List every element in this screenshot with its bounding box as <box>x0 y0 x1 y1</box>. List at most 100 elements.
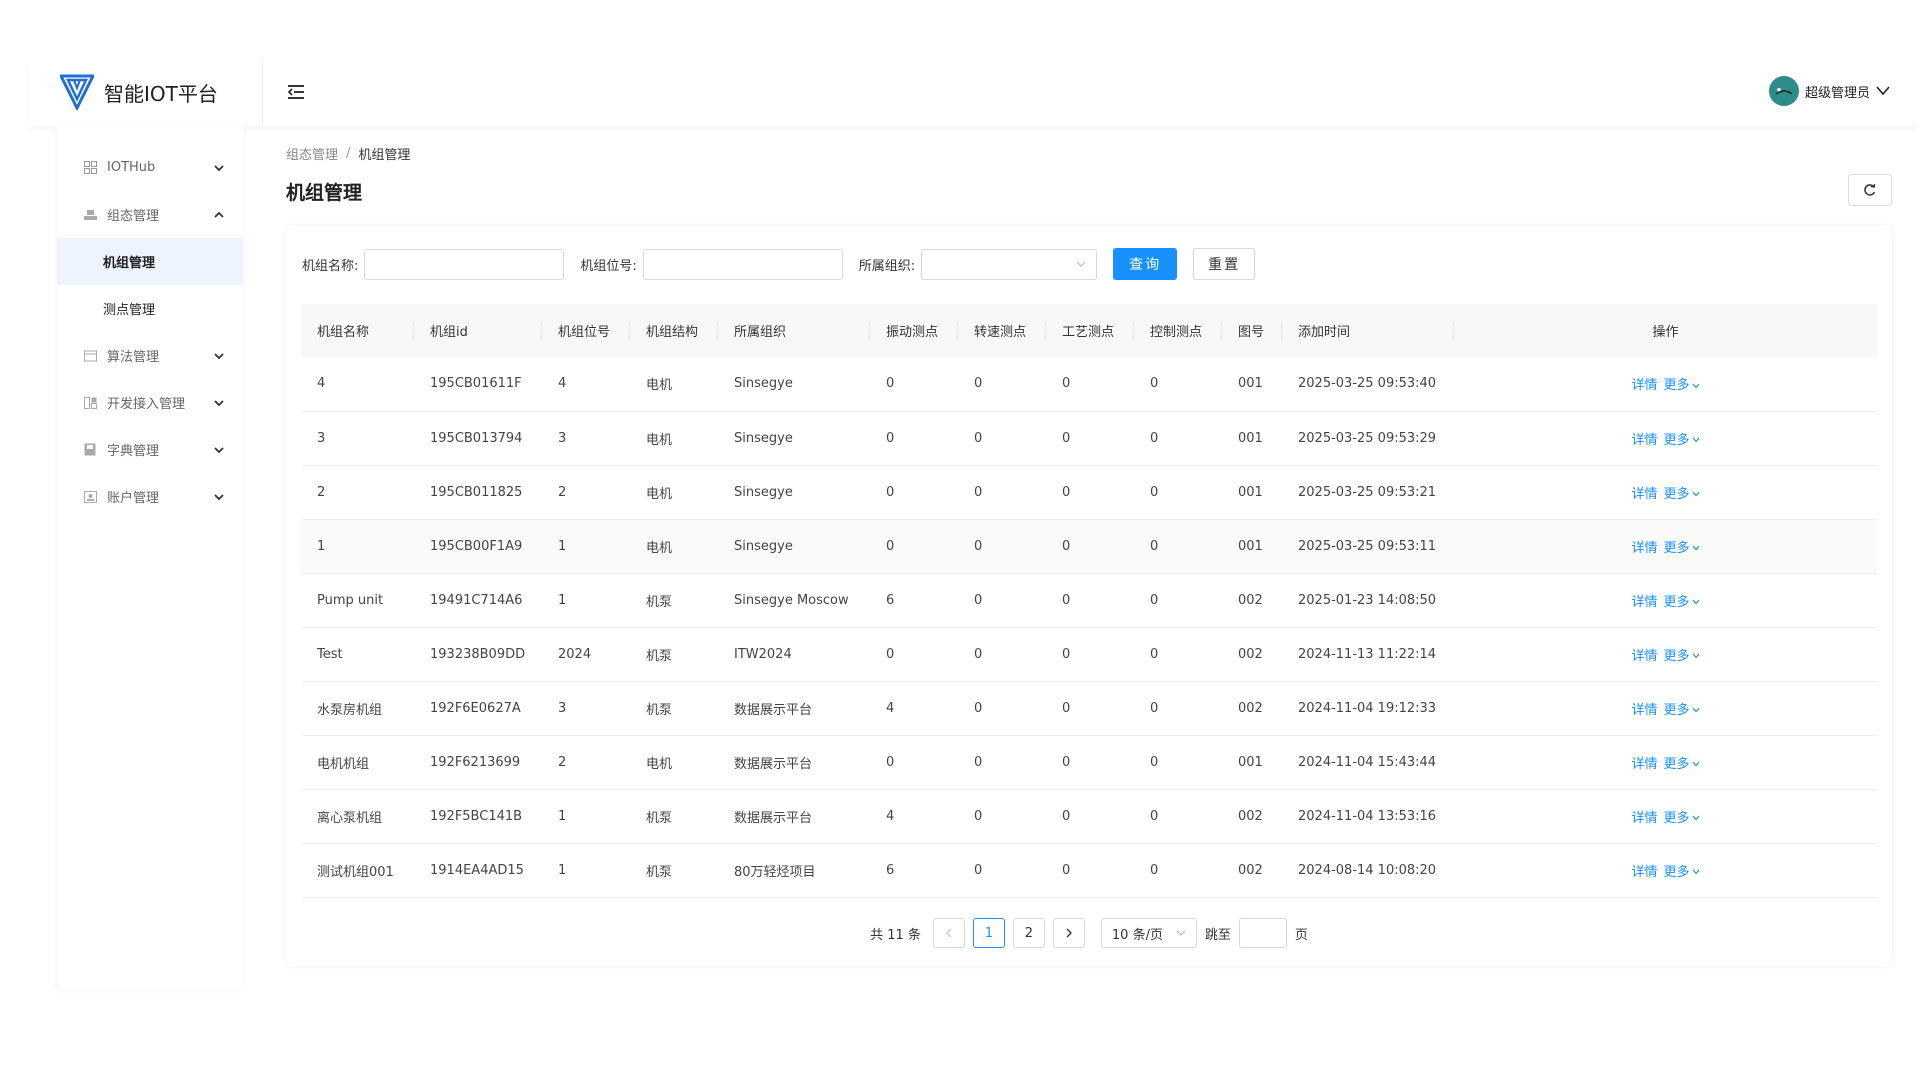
sidebar-subitem-label: 机组管理 <box>103 256 156 271</box>
unit-name-input[interactable] <box>364 248 565 280</box>
detail-link[interactable]: 详情 <box>1631 433 1657 448</box>
table-cell: 0 <box>870 465 958 520</box>
search-button[interactable]: 查询 <box>1113 248 1178 280</box>
table-cell: 2025-03-25 09:53:29 <box>1282 411 1454 466</box>
table-cell: 195CB01611F <box>414 357 542 412</box>
sidebar-subitem-point-management[interactable]: 测点管理 <box>57 285 243 332</box>
sidebar-item-algorithm[interactable]: 算法管理 <box>57 332 243 379</box>
table-cell: 0 <box>1046 627 1134 682</box>
more-dropdown-link[interactable]: 更多 <box>1664 757 1700 772</box>
refresh-button[interactable] <box>1848 174 1892 206</box>
table-row: Pump unit 19491C714A6 1 机泵 Sinsegye Moscow 6 0… <box>301 573 1877 628</box>
table-cell: 3 <box>542 411 630 466</box>
sidebar-item-label: 组态管理 <box>107 209 160 224</box>
table-cell: 数据展示平台 <box>718 681 870 736</box>
table-cell: 80万轻烃项目 <box>718 843 870 898</box>
filter-bar: 机组名称: 机组位号: 所属组织: 查询 重置 <box>302 248 1256 280</box>
more-dropdown-link[interactable]: 更多 <box>1664 649 1700 664</box>
page-size-select[interactable]: 10 条/页 <box>1100 918 1197 948</box>
next-page-button[interactable] <box>1052 918 1085 948</box>
table-cell: 2025-03-25 09:53:40 <box>1282 357 1454 412</box>
table-cell: 3 <box>301 411 414 466</box>
sidebar-item-dev-access[interactable]: 开发接入管理 <box>57 379 243 426</box>
table-cell: 192F6E0627A <box>414 681 542 736</box>
table-actions-cell: 详情 更多 <box>1454 789 1877 844</box>
detail-link[interactable]: 详情 <box>1631 703 1657 718</box>
more-dropdown-link[interactable]: 更多 <box>1664 703 1700 718</box>
column-header: 操作 <box>1454 304 1877 357</box>
more-dropdown-link[interactable]: 更多 <box>1664 811 1700 826</box>
chevron-up-icon <box>214 211 224 218</box>
table-cell: 2024-11-04 19:12:33 <box>1282 681 1454 736</box>
table-cell: 001 <box>1222 519 1282 574</box>
sidebar-item-config[interactable]: 组态管理 <box>57 191 243 238</box>
more-label: 更多 <box>1663 810 1690 826</box>
detail-link[interactable]: 详情 <box>1631 865 1657 880</box>
detail-link[interactable]: 详情 <box>1631 378 1657 393</box>
more-dropdown-link[interactable]: 更多 <box>1664 595 1700 610</box>
table-row: 2 195CB011825 2 电机 Sinsegye 0 0 0 0 001 2025-03-25… <box>301 465 1877 520</box>
detail-link[interactable]: 详情 <box>1631 757 1657 772</box>
table-cell: 0 <box>958 735 1046 790</box>
column-header: 机组位号 <box>542 304 630 357</box>
chevron-down-icon <box>1692 761 1699 767</box>
chevron-down-icon <box>214 493 224 500</box>
breadcrumb-parent[interactable]: 组态管理 <box>286 144 338 163</box>
table-cell: 6 <box>870 573 958 628</box>
sidebar-item-dictionary[interactable]: 字典管理 <box>57 426 243 473</box>
page-button-2[interactable]: 2 <box>1012 918 1045 948</box>
menu-toggle-button[interactable] <box>285 81 307 103</box>
dev-icon <box>83 396 97 410</box>
sidebar-item-iothub[interactable]: IOTHub <box>57 144 243 191</box>
table-cell: 002 <box>1222 681 1282 736</box>
detail-link[interactable]: 详情 <box>1631 595 1657 610</box>
page-button-1[interactable]: 1 <box>972 918 1005 948</box>
table-cell: Test <box>301 627 414 682</box>
table-row: 电机机组 192F6213699 2 电机 数据展示平台 0 0 0 0 001 2024-11-0… <box>301 735 1877 790</box>
detail-link[interactable]: 详情 <box>1631 811 1657 826</box>
column-header: 工艺测点 <box>1046 304 1134 357</box>
grid-icon <box>83 161 97 175</box>
table-cell: 0 <box>1134 627 1222 682</box>
table-cell: 水泵房机组 <box>301 681 414 736</box>
table-cell: 2 <box>542 735 630 790</box>
more-dropdown-link[interactable]: 更多 <box>1664 487 1700 502</box>
table-header-row: 机组名称 机组id 机组位号 机组结构 所属组织 振动测点 转速测点 工艺测点 … <box>301 304 1877 357</box>
column-header: 添加时间 <box>1282 304 1454 357</box>
table-cell: 002 <box>1222 789 1282 844</box>
chevron-down-icon <box>1876 86 1890 96</box>
table-cell: 002 <box>1222 573 1282 628</box>
detail-link[interactable]: 详情 <box>1631 649 1657 664</box>
sidebar-subitem-unit-management[interactable]: 机组管理 <box>57 238 243 285</box>
user-menu[interactable]: 超级管理员 <box>1768 76 1890 106</box>
table-cell: 0 <box>958 627 1046 682</box>
algorithm-icon <box>83 349 97 363</box>
more-dropdown-link[interactable]: 更多 <box>1664 433 1700 448</box>
more-dropdown-link[interactable]: 更多 <box>1664 378 1700 393</box>
sidebar-item-account[interactable]: 账户管理 <box>57 473 243 520</box>
more-label: 更多 <box>1663 648 1690 664</box>
table-cell: 1914EA4AD15 <box>414 843 542 898</box>
org-select[interactable] <box>921 248 1098 280</box>
table-cell: 2024-11-04 13:53:16 <box>1282 789 1454 844</box>
sidebar-subitem-label: 测点管理 <box>103 303 156 318</box>
logo[interactable]: 智能IOT平台 <box>28 58 263 126</box>
table-actions-cell: 详情 更多 <box>1454 573 1877 628</box>
sidebar-item-label: 字典管理 <box>107 444 160 459</box>
prev-page-button[interactable] <box>932 918 965 948</box>
chevron-down-icon <box>1692 599 1699 605</box>
table-cell: 0 <box>870 735 958 790</box>
reset-button[interactable]: 重置 <box>1193 248 1256 280</box>
column-header: 机组结构 <box>630 304 718 357</box>
table-cell: 0 <box>958 843 1046 898</box>
table-cell: 195CB013794 <box>414 411 542 466</box>
chevron-down-icon <box>1692 437 1699 443</box>
unit-position-input[interactable] <box>642 248 843 280</box>
detail-link[interactable]: 详情 <box>1631 487 1657 502</box>
detail-link[interactable]: 详情 <box>1631 541 1657 556</box>
more-dropdown-link[interactable]: 更多 <box>1664 541 1700 556</box>
breadcrumb-current: 机组管理 <box>358 148 411 163</box>
more-dropdown-link[interactable]: 更多 <box>1664 865 1700 880</box>
jump-page-input[interactable] <box>1238 918 1287 948</box>
refresh-icon <box>1864 183 1876 196</box>
